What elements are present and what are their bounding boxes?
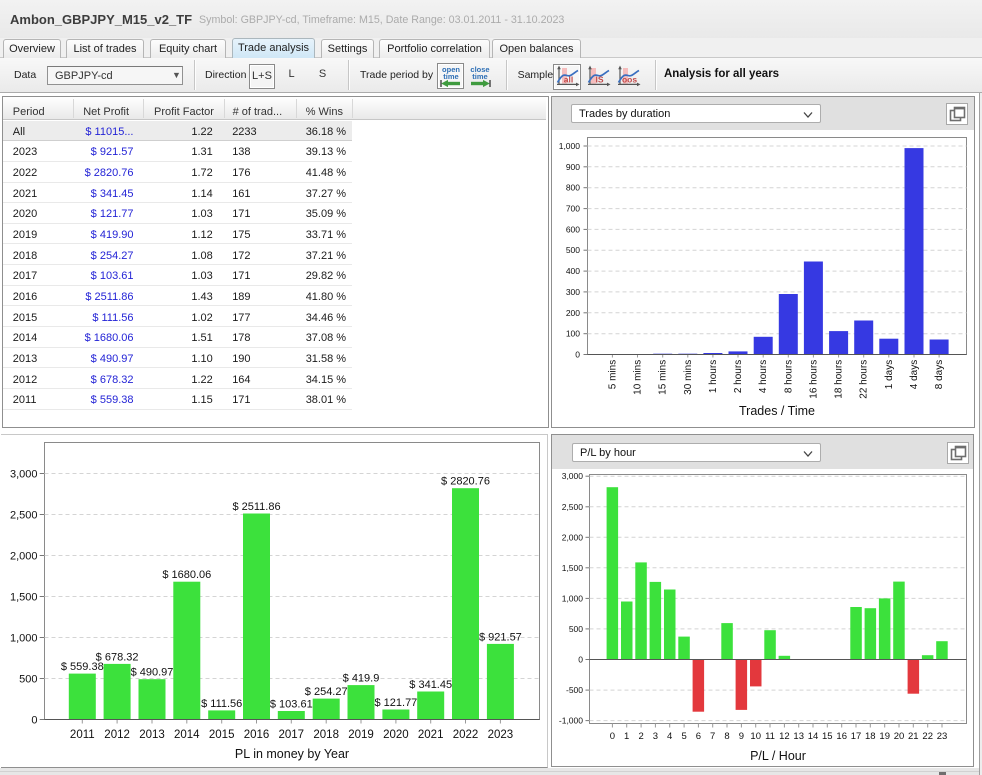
svg-text:time: time <box>472 72 487 81</box>
svg-text:$ 121.77: $ 121.77 <box>374 697 417 709</box>
svg-text:10: 10 <box>750 731 761 742</box>
svg-text:$ 254.27: $ 254.27 <box>305 686 348 698</box>
svg-text:4: 4 <box>667 731 672 742</box>
svg-text:900: 900 <box>566 162 580 172</box>
svg-text:2023: 2023 <box>488 729 514 741</box>
svg-text:4 hours: 4 hours <box>758 360 769 393</box>
svg-text:2014: 2014 <box>174 729 200 741</box>
svg-text:17: 17 <box>851 731 862 742</box>
svg-text:700: 700 <box>566 204 580 214</box>
svg-text:Trades / Time: Trades / Time <box>739 404 815 418</box>
svg-text:1 hours: 1 hours <box>708 360 719 393</box>
svg-text:500: 500 <box>19 674 37 686</box>
svg-text:22 hours: 22 hours <box>859 360 870 399</box>
svg-text:2: 2 <box>638 731 643 742</box>
svg-text:$ 490.97: $ 490.97 <box>131 667 174 679</box>
svg-text:2020: 2020 <box>383 729 409 741</box>
svg-text:2015: 2015 <box>209 729 235 741</box>
svg-text:100: 100 <box>566 329 580 339</box>
svg-text:$ 2511.86: $ 2511.86 <box>232 501 280 513</box>
svg-text:1: 1 <box>624 731 629 742</box>
svg-text:2,000: 2,000 <box>10 551 38 563</box>
svg-text:16: 16 <box>836 731 847 742</box>
svg-text:30 mins: 30 mins <box>683 360 694 395</box>
svg-text:2022: 2022 <box>453 729 479 741</box>
svg-text:PL in money by Year: PL in money by Year <box>235 747 349 761</box>
svg-text:2019: 2019 <box>348 729 374 741</box>
svg-text:$ 2820.76: $ 2820.76 <box>441 476 490 488</box>
svg-text:2 hours: 2 hours <box>733 360 744 393</box>
svg-text:1,500: 1,500 <box>562 563 584 573</box>
svg-text:18: 18 <box>865 731 876 742</box>
svg-text:$ 111.56: $ 111.56 <box>201 698 242 710</box>
svg-text:8: 8 <box>724 731 729 742</box>
svg-text:3,000: 3,000 <box>562 471 584 481</box>
svg-text:15: 15 <box>822 731 833 742</box>
svg-text:all: all <box>564 75 573 85</box>
svg-text:500: 500 <box>566 245 580 255</box>
svg-text:$ 419.9: $ 419.9 <box>343 673 380 685</box>
svg-text:0: 0 <box>610 731 615 742</box>
svg-text:8 hours: 8 hours <box>783 360 794 393</box>
svg-text:$ 341.45: $ 341.45 <box>409 679 452 691</box>
svg-text:$ 1680.06: $ 1680.06 <box>162 569 211 581</box>
svg-text:2013: 2013 <box>139 729 165 741</box>
svg-text:2021: 2021 <box>418 729 444 741</box>
svg-text:IS: IS <box>595 75 603 85</box>
svg-text:1,000: 1,000 <box>559 141 581 151</box>
svg-text:16 hours: 16 hours <box>808 360 819 399</box>
svg-text:15 mins: 15 mins <box>658 360 669 395</box>
svg-text:22: 22 <box>922 731 933 742</box>
svg-text:$ 921.57: $ 921.57 <box>479 631 522 643</box>
svg-text:1,000: 1,000 <box>562 593 584 603</box>
svg-text:600: 600 <box>566 224 580 234</box>
svg-text:-500: -500 <box>566 685 583 695</box>
svg-text:0: 0 <box>575 350 580 360</box>
svg-text:12: 12 <box>779 731 790 742</box>
svg-text:1,500: 1,500 <box>10 592 38 604</box>
svg-text:-1,000: -1,000 <box>559 716 583 726</box>
svg-text:2,000: 2,000 <box>562 532 584 542</box>
svg-text:3: 3 <box>653 731 658 742</box>
svg-text:1 days: 1 days <box>884 360 895 389</box>
svg-text:time: time <box>443 72 458 81</box>
svg-text:800: 800 <box>566 183 580 193</box>
svg-text:2,500: 2,500 <box>562 502 584 512</box>
svg-text:2017: 2017 <box>279 729 305 741</box>
svg-text:9: 9 <box>739 731 744 742</box>
svg-text:2011: 2011 <box>70 729 95 741</box>
svg-text:21: 21 <box>908 731 919 742</box>
svg-text:13: 13 <box>793 731 804 742</box>
svg-text:2018: 2018 <box>313 729 339 741</box>
svg-text:10 mins: 10 mins <box>633 360 644 395</box>
svg-text:5: 5 <box>681 731 686 742</box>
svg-text:300: 300 <box>566 287 580 297</box>
svg-text:0: 0 <box>31 715 37 727</box>
svg-text:18 hours: 18 hours <box>834 360 845 399</box>
svg-text:400: 400 <box>566 266 580 276</box>
svg-text:8 days: 8 days <box>934 360 945 389</box>
svg-text:$ 678.32: $ 678.32 <box>96 651 139 663</box>
svg-text:200: 200 <box>566 308 580 318</box>
svg-text:$ 103.61: $ 103.61 <box>270 699 313 711</box>
svg-text:19: 19 <box>879 731 890 742</box>
svg-text:5 mins: 5 mins <box>607 360 618 389</box>
svg-text:1,000: 1,000 <box>10 633 38 645</box>
svg-text:oos: oos <box>622 75 637 85</box>
svg-text:6: 6 <box>696 731 701 742</box>
svg-text:2,500: 2,500 <box>10 510 38 522</box>
svg-text:20: 20 <box>894 731 905 742</box>
svg-text:3,000: 3,000 <box>10 469 38 481</box>
svg-text:2016: 2016 <box>244 729 270 741</box>
svg-text:P/L / Hour: P/L / Hour <box>750 749 806 763</box>
svg-text:14: 14 <box>808 731 819 742</box>
svg-text:500: 500 <box>569 624 583 634</box>
svg-text:4 days: 4 days <box>909 360 920 389</box>
svg-text:2012: 2012 <box>104 729 130 741</box>
svg-text:11: 11 <box>765 731 775 742</box>
svg-text:7: 7 <box>710 731 715 742</box>
svg-text:0: 0 <box>578 655 583 665</box>
svg-text:23: 23 <box>937 731 948 742</box>
